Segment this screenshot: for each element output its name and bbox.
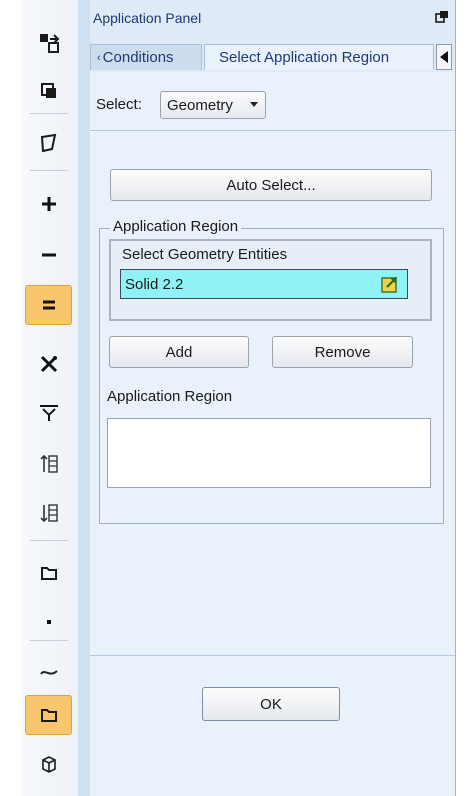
- tab-conditions[interactable]: ‹ Conditions: [90, 44, 202, 70]
- toolbar-surface-button[interactable]: [25, 123, 72, 163]
- point-icon: [46, 620, 51, 624]
- application-region-group-title: Application Region: [110, 218, 242, 235]
- toolbar-equals-button[interactable]: [25, 285, 72, 325]
- toolbar-separator: [30, 170, 68, 171]
- toolbar-minus-button[interactable]: [25, 235, 72, 275]
- toolbar-list-move-down-button[interactable]: [25, 493, 72, 533]
- auto-select-button[interactable]: Auto Select...: [110, 169, 432, 201]
- select-type-dropdown[interactable]: Geometry: [160, 91, 266, 119]
- geometry-entities-box: Select Geometry Entities Solid 2.2: [109, 239, 432, 321]
- tab-scroll-left-button[interactable]: [436, 44, 452, 70]
- toolbar-plus-button[interactable]: [25, 184, 72, 224]
- geometry-entities-label: Select Geometry Entities: [122, 246, 288, 263]
- face-icon: [40, 567, 57, 580]
- panel-content: Select: Geometry Auto Select... Applicat…: [90, 72, 455, 796]
- face-select-icon: [40, 709, 57, 722]
- toolbar-solid-button[interactable]: [25, 744, 72, 784]
- toolbar-separator: [30, 113, 68, 114]
- plus-icon: [41, 197, 56, 211]
- equals-icon: [42, 300, 55, 310]
- surface-icon: [40, 133, 56, 153]
- geometry-entity-value: Solid 2.2: [125, 275, 184, 293]
- toolbar-cross-tools-button[interactable]: [25, 344, 72, 384]
- list-move-up-icon: [39, 454, 58, 473]
- select-type-value: Geometry: [167, 96, 233, 114]
- copy-entity-icon: [40, 83, 56, 98]
- list-move-down-icon: [39, 504, 58, 523]
- tab-chevron-icon: ‹: [97, 51, 101, 64]
- select-label: Select:: [96, 96, 142, 113]
- footer-divider: [90, 655, 455, 656]
- toolbar-list-move-up-button[interactable]: [25, 444, 72, 484]
- move-entity-icon: [39, 34, 59, 53]
- tab-bar: ‹ Conditions Select Application Region: [90, 40, 455, 70]
- minus-icon: [41, 253, 56, 257]
- remove-button[interactable]: Remove: [272, 336, 413, 368]
- pick-entity-icon[interactable]: [381, 275, 399, 293]
- arrow-left-icon: [440, 51, 448, 63]
- edge-curve-icon: [39, 670, 58, 675]
- application-region-label: Application Region: [107, 388, 233, 405]
- ok-button[interactable]: OK: [202, 687, 340, 721]
- application-region-list[interactable]: [107, 418, 431, 488]
- geometry-entity-field[interactable]: Solid 2.2: [120, 269, 408, 299]
- application-panel: Application Panel ‹ Conditions Select Ap…: [90, 0, 456, 796]
- tab-select-application-region-label: Select Application Region: [219, 49, 390, 66]
- toolbar-point-button[interactable]: [25, 602, 72, 642]
- chevron-down-icon: [250, 102, 258, 107]
- left-toolbar: [22, 0, 79, 796]
- panel-title: Application Panel: [93, 10, 202, 26]
- cross-tools-icon: [40, 355, 57, 373]
- toolbar-separator: [30, 540, 68, 541]
- tab-conditions-label: Conditions: [102, 49, 174, 66]
- solid-icon: [41, 756, 56, 773]
- float-window-icon[interactable]: [435, 10, 449, 24]
- toolbar-face-button[interactable]: [25, 553, 72, 593]
- toolbar-separator: [30, 640, 68, 641]
- tab-select-application-region[interactable]: Select Application Region: [204, 44, 434, 70]
- toolbar-copy-entity-button[interactable]: [25, 71, 72, 111]
- filter-pin-icon: [39, 405, 58, 421]
- toolbar-edge-curve-button[interactable]: [25, 652, 72, 692]
- toolbar-face-select-button[interactable]: [25, 695, 72, 735]
- toolbar-filter-pin-button[interactable]: [25, 392, 72, 432]
- toolbar-move-entity-button[interactable]: [25, 23, 72, 63]
- add-button[interactable]: Add: [109, 336, 249, 368]
- section-divider: [90, 130, 455, 131]
